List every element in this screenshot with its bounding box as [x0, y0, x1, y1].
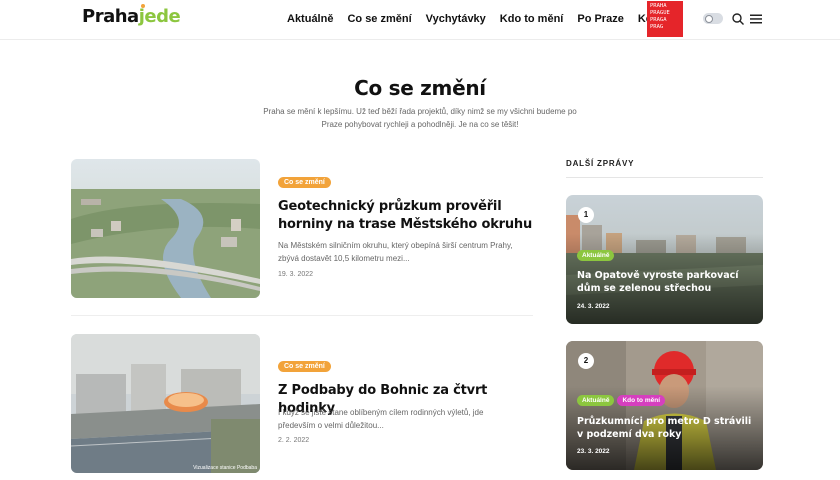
page-title: Co se změní: [354, 76, 486, 100]
page-intro: Praha se mění k lepšímu. Už teď běží řad…: [263, 107, 577, 129]
search-icon[interactable]: [731, 12, 745, 26]
logo-text-praha: Praha: [82, 6, 139, 27]
logo-text-jede: jede: [138, 6, 181, 27]
sidebar-news-card[interactable]: 1 Aktuálně Na Opatově vyroste parkovací …: [566, 195, 763, 324]
sidebar-heading: DALŠÍ ZPRÁVY: [566, 159, 635, 168]
article-divider: [71, 315, 533, 316]
nav-item-co-se-zmeni[interactable]: Co se změní: [347, 13, 411, 25]
nav-item-kdo-to-meni[interactable]: Kdo to mění: [500, 13, 564, 25]
nav-item-aktualne[interactable]: Aktuálně: [287, 13, 333, 25]
logo-dot-icon: [141, 4, 145, 8]
article-image-city-aerial[interactable]: [71, 159, 260, 298]
nav-item-vychytavky[interactable]: Vychytávky: [426, 13, 486, 25]
article-date: 2. 2. 2022: [278, 437, 310, 444]
article-card: Vizualizace stanice Podbaba Co se změní …: [71, 334, 533, 474]
tag-aktualne[interactable]: Aktuálně: [577, 395, 615, 406]
card-number-badge: 2: [578, 353, 594, 369]
card-number-badge: 1: [578, 207, 594, 223]
card-tags: Aktuálně: [577, 250, 615, 261]
sidebar-news-card[interactable]: 2 Aktuálně Kdo to mění Průzkumníci pro m…: [566, 341, 763, 470]
site-header: Prahajede Aktuálně Co se změní Vychytávk…: [0, 0, 840, 40]
tag-kdo-to-meni[interactable]: Kdo to mění: [617, 395, 666, 406]
article-date: 19. 3. 2022: [278, 271, 314, 278]
article-card: Co se změní Geotechnický průzkum prověři…: [71, 159, 533, 299]
nav-item-po-praze[interactable]: Po Praze: [577, 13, 623, 25]
card-title[interactable]: Průzkumníci pro metro D strávili v podze…: [577, 415, 757, 441]
category-badge[interactable]: Co se změní: [278, 177, 331, 188]
article-excerpt: I když se jistě stane oblíbeným cílem ro…: [278, 408, 484, 430]
badge-line: PRAG: [650, 24, 664, 30]
card-date: 23. 3. 2022: [577, 448, 610, 455]
hamburger-menu-icon[interactable]: [749, 12, 763, 26]
tag-aktualne[interactable]: Aktuálně: [577, 250, 615, 261]
article-image-station-visualization[interactable]: Vizualizace stanice Podbaba: [71, 334, 260, 473]
category-badge[interactable]: Co se změní: [278, 361, 331, 372]
sidebar-divider: [566, 177, 763, 178]
card-date: 24. 3. 2022: [577, 303, 610, 310]
site-logo[interactable]: Prahajede: [82, 4, 181, 27]
badge-line: PRAHA: [650, 3, 667, 9]
badge-line: PRAGA: [650, 17, 667, 23]
toggle-knob: [705, 14, 713, 23]
praha-city-logo[interactable]: PRAHA PRAGUE PRAGA PRAG: [647, 1, 683, 37]
article-title[interactable]: Geotechnický průzkum prověřil horniny na…: [278, 198, 538, 234]
dark-mode-toggle[interactable]: [703, 13, 723, 24]
image-caption: Vizualizace stanice Podbaba: [193, 465, 257, 471]
main-nav: Aktuálně Co se změní Vychytávky Kdo to m…: [287, 13, 693, 25]
card-tags: Aktuálně Kdo to mění: [577, 395, 666, 406]
badge-line: PRAGUE: [650, 10, 670, 16]
card-title[interactable]: Na Opatově vyroste parkovací dům se zele…: [577, 269, 757, 295]
article-excerpt: Na Městském silničním okruhu, který obep…: [278, 241, 513, 263]
